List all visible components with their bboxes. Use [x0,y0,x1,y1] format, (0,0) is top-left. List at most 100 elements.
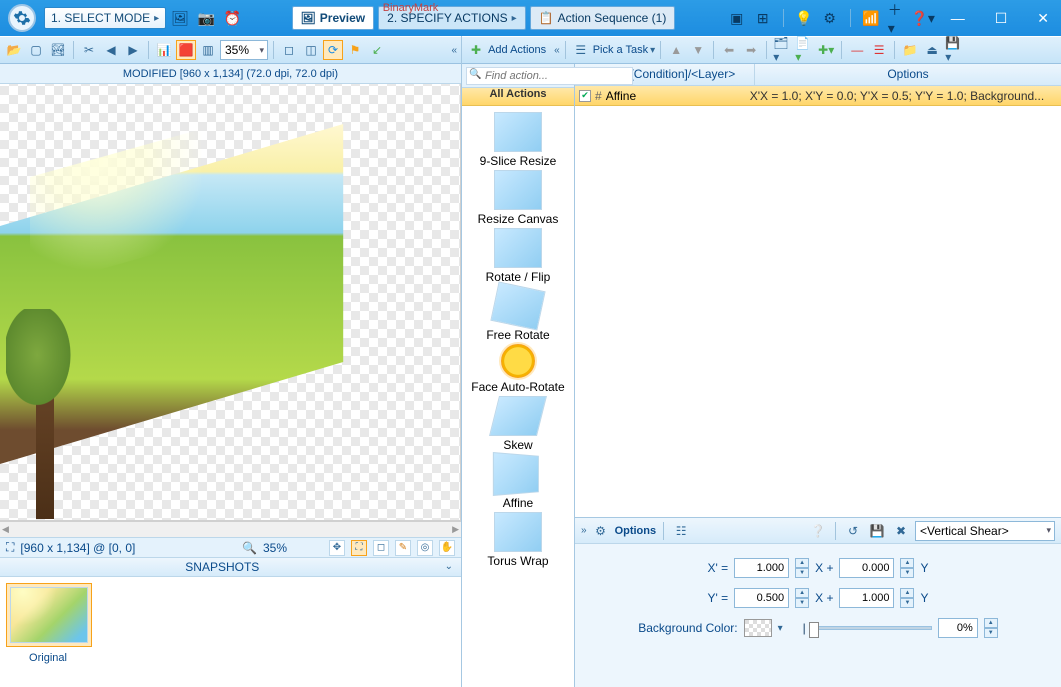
folder-icon[interactable]: 📁 [900,40,920,60]
clock-icon[interactable]: ⏰ [222,8,242,28]
hand-icon[interactable]: ✋ [439,540,455,556]
bulb-icon[interactable]: 💡 [794,8,814,28]
action-free-rotate[interactable]: Free Rotate [462,286,574,342]
target-icon[interactable]: ◎ [417,540,433,556]
collapse-left-icon[interactable]: « [554,45,560,56]
preview-canvas[interactable] [0,84,461,521]
opacity-input[interactable] [938,618,978,638]
spinner[interactable]: ▲▼ [900,588,914,608]
delete-icon[interactable]: ✖ [891,521,911,541]
spinner[interactable]: ▲▼ [795,558,809,578]
settings-icon[interactable]: ⚙ [820,8,840,28]
remove-icon[interactable]: — [847,40,867,60]
layout1-icon[interactable]: ◻ [279,40,299,60]
terminal-icon[interactable]: ▣ [727,8,747,28]
opacity-slider[interactable] [812,626,932,630]
eject-icon[interactable]: ⏏ [922,40,942,60]
forward-icon[interactable]: ▶ [123,40,143,60]
doc-icon[interactable]: ▥ [198,40,218,60]
step-select-mode[interactable]: 1. SELECT MODE ▸ [44,7,166,29]
apply-icon[interactable]: ↙ [367,40,387,60]
all-actions-header: All Actions [462,88,574,106]
tab-action-sequence[interactable]: 📋 Action Sequence (1) [530,6,676,30]
open-folder-icon[interactable]: 📂 [4,40,24,60]
pencil-icon[interactable]: ✎ [395,540,411,556]
snapshot-item[interactable]: Original [6,583,90,681]
find-action-input[interactable] [466,67,633,85]
scrollbar-horizontal[interactable] [0,521,461,537]
crop-icon: ⛶ [6,540,14,555]
spinner[interactable]: ▲▼ [795,588,809,608]
app-title: BinaryMark [383,2,439,14]
zoom-select[interactable]: 35% [220,40,268,60]
down-icon[interactable]: ▼ [688,40,708,60]
help-icon[interactable]: ❓▾ [913,8,933,28]
actions-list[interactable]: 9-Slice Resize Resize Canvas Rotate / Fl… [462,106,574,687]
pick-task-label[interactable]: Pick a Task [593,44,648,56]
chevron-down-icon[interactable]: ▾ [650,45,655,56]
sequence-body[interactable] [575,106,1061,517]
back-icon[interactable]: ◀ [101,40,121,60]
collapse-icon[interactable]: « [451,45,457,56]
reset-icon[interactable]: ↺ [843,521,863,541]
copy-green-icon[interactable]: 📄▾ [794,40,814,60]
checkbox-icon[interactable]: ✔ [579,90,591,102]
action-torus-wrap[interactable]: Torus Wrap [462,512,574,568]
image-icon[interactable]: 🏞 [48,40,68,60]
plus-icon[interactable]: ＋▾ [887,8,907,28]
layout2-icon[interactable]: ◫ [301,40,321,60]
gear-icon[interactable]: ⚙ [591,521,611,541]
chevron-right-icon: ▸ [154,13,159,24]
image-icon[interactable]: 🖼 [170,8,190,28]
add-icon[interactable]: ✚ [466,40,486,60]
spinner[interactable]: ▲▼ [984,618,998,638]
save-preset-icon[interactable]: 💾 [867,521,887,541]
histogram-icon[interactable]: 📊 [154,40,174,60]
fit-icon[interactable]: ⛶ [351,540,367,556]
sequence-row[interactable]: ✔ # Affine X'X = 1.0; X'Y = 0.0; Y'X = 0… [575,86,1061,106]
add-green-icon[interactable]: ✚▾ [816,40,836,60]
color-mode-icon[interactable]: 🟥 [176,40,196,60]
tree-icon[interactable]: 🗂▾ [772,40,792,60]
expand-icon[interactable]: » [581,525,587,536]
action-resize-canvas[interactable]: Resize Canvas [462,170,574,226]
spinner[interactable]: ▲▼ [900,558,914,578]
undo-icon[interactable]: ⬅ [719,40,739,60]
rss-icon[interactable]: 📶 [861,8,881,28]
collapse-down-icon[interactable]: ⌄ [445,557,453,577]
action-rotate-flip[interactable]: Rotate / Flip [462,228,574,284]
action-skew[interactable]: Skew [462,396,574,452]
maximize-button[interactable]: ☐ [987,6,1016,31]
action-affine[interactable]: Affine [462,454,574,510]
square-icon[interactable]: ◻ [373,540,389,556]
action-face-autorotate[interactable]: Face Auto-Rotate [462,344,574,394]
chevron-down-icon[interactable]: ▾ [778,623,783,634]
tab-preview[interactable]: 🖼 Preview [292,6,375,30]
settings-gear-icon[interactable] [8,4,36,32]
remove-all-icon[interactable]: ☰ [869,40,889,60]
cut-icon[interactable]: ✂ [79,40,99,60]
save-icon[interactable]: 💾▾ [944,40,964,60]
bg-swatch[interactable] [744,619,772,637]
xx-input[interactable] [734,558,789,578]
xy-input[interactable] [839,558,894,578]
flag-icon[interactable]: ⚑ [345,40,365,60]
layers-icon[interactable]: ☷ [671,521,691,541]
minimize-button[interactable]: — [943,6,973,31]
action-9slice[interactable]: 9-Slice Resize [462,112,574,168]
redo-icon[interactable]: ➡ [741,40,761,60]
snapshots-header[interactable]: SNAPSHOTS ⌄ [0,557,461,577]
tasks-icon[interactable]: ☰ [571,40,591,60]
yy-input[interactable] [839,588,894,608]
preset-select[interactable]: <Vertical Shear> [915,521,1055,541]
document-icon[interactable]: ▢ [26,40,46,60]
refresh-icon[interactable]: ⟳ [323,40,343,60]
move-icon[interactable]: ✥ [329,540,345,556]
camera-icon[interactable]: 📷 [196,8,216,28]
row-yprime: Y' = ▲▼ X + ▲▼ Y [587,588,1049,608]
help-icon[interactable]: ❔ [808,521,828,541]
yx-input[interactable] [734,588,789,608]
close-button[interactable]: ✕ [1029,6,1057,31]
grid-icon[interactable]: ⊞ [753,8,773,28]
up-icon[interactable]: ▲ [666,40,686,60]
